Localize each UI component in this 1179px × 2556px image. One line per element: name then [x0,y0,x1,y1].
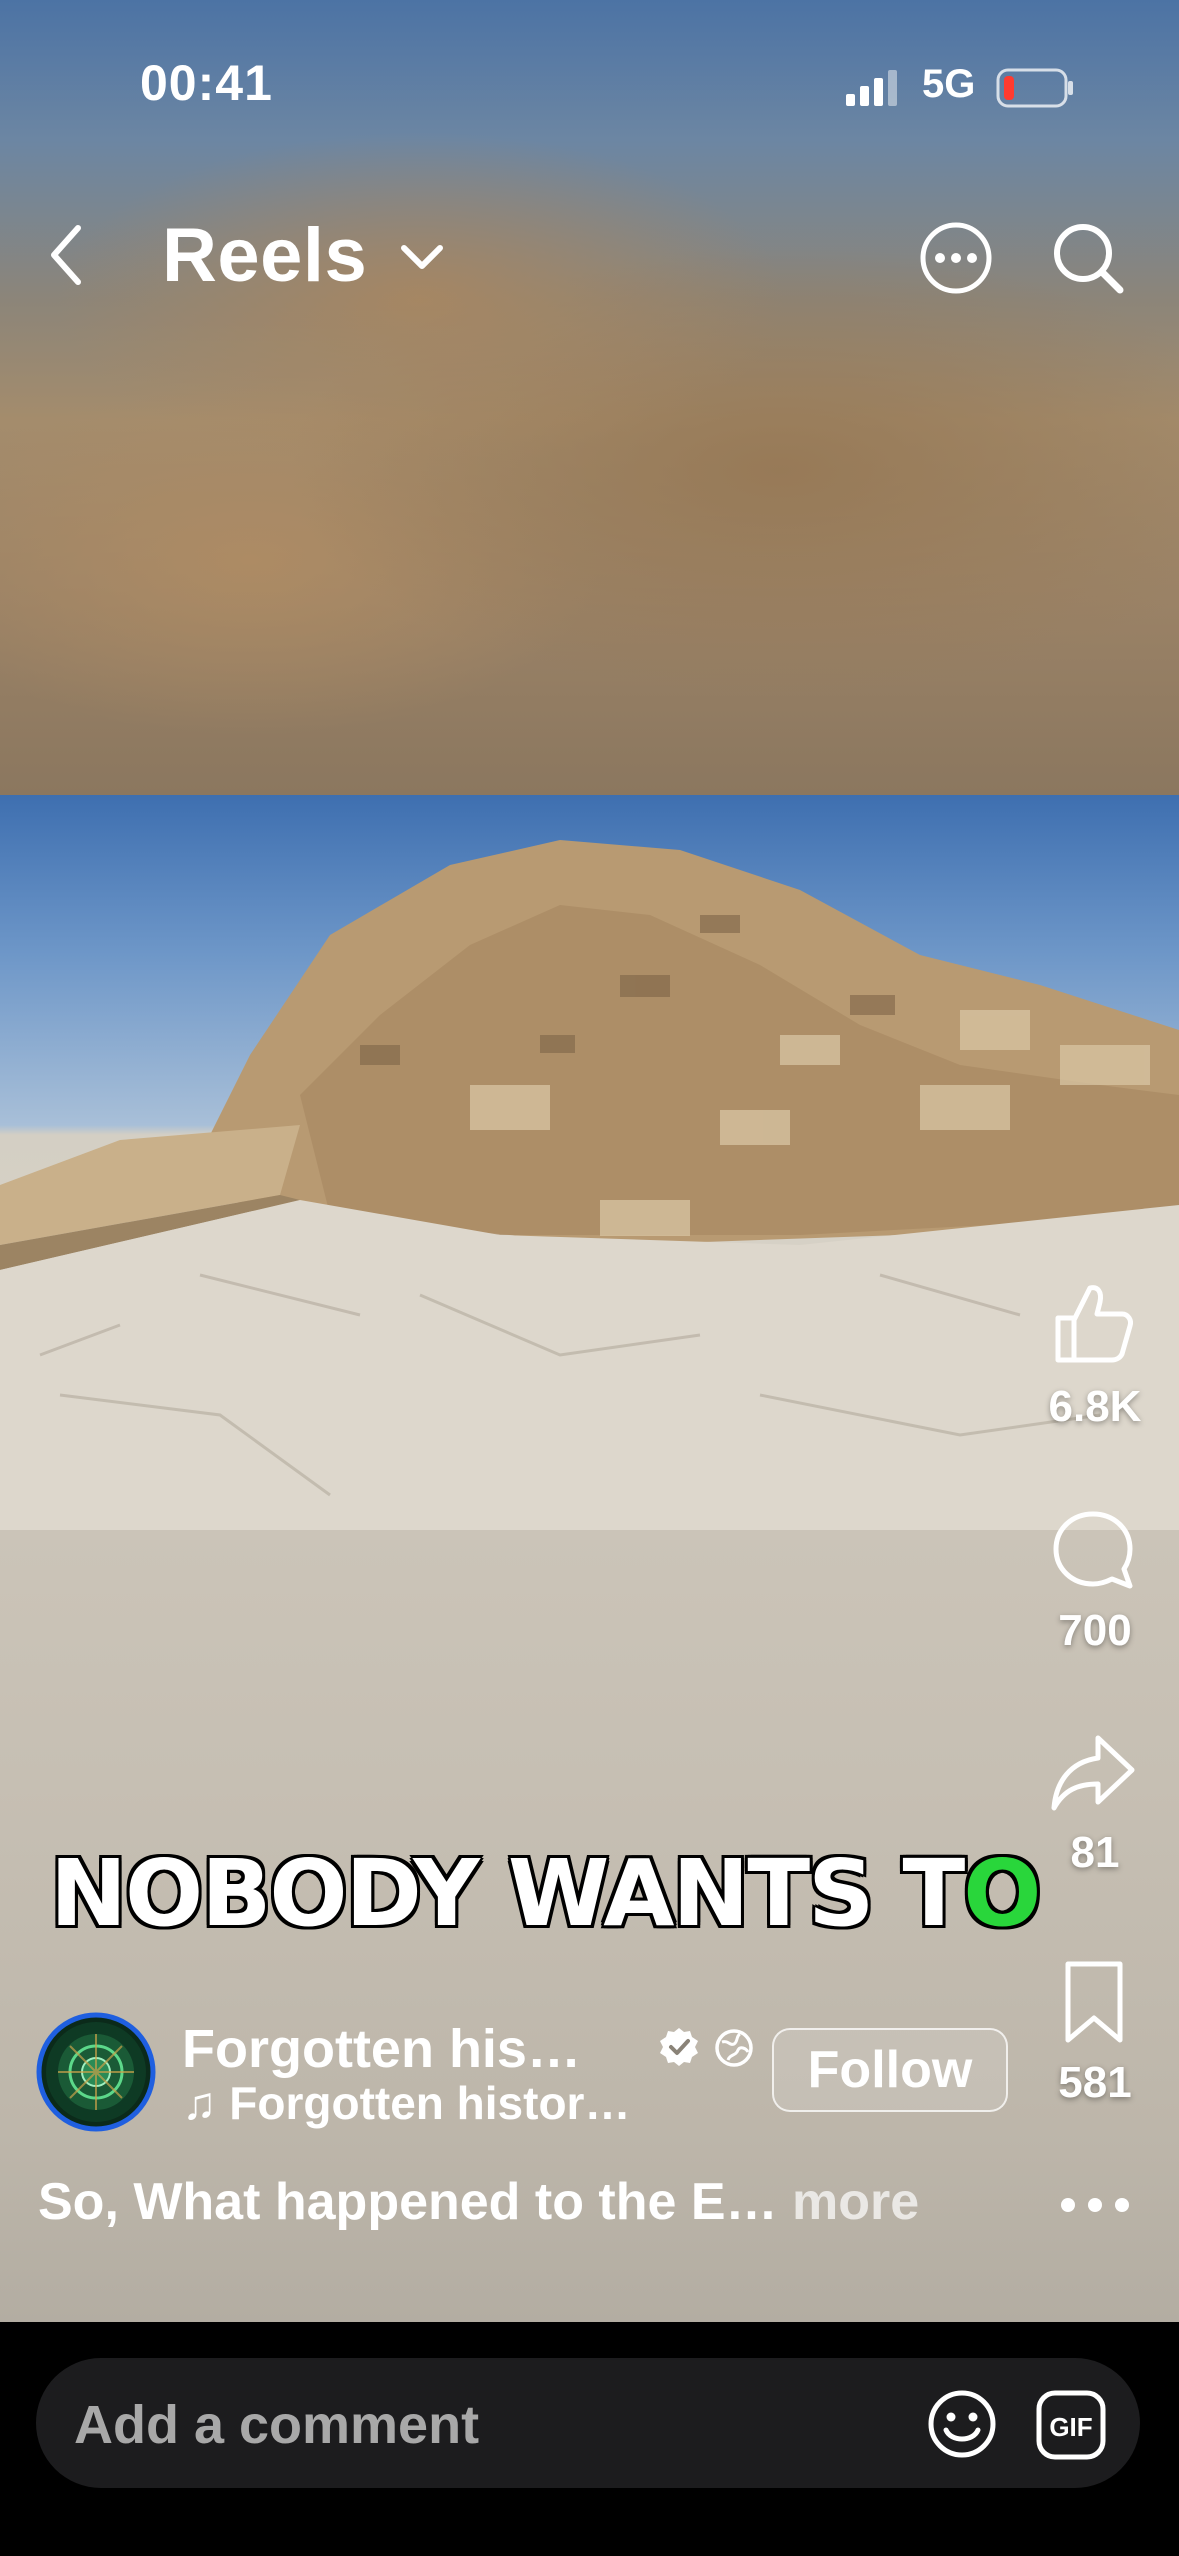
video-frame[interactable] [0,795,1179,1530]
more-horizontal-icon[interactable] [1058,2190,1132,2220]
gif-label: GIF [1049,2412,1092,2442]
caption-more-link[interactable]: more [778,2173,919,2231]
comment-placeholder[interactable]: Add a comment [74,2394,479,2456]
like-icon[interactable] [1050,1280,1136,1366]
save-icon[interactable] [1058,1958,1130,2046]
page-title[interactable]: Reels [162,212,367,299]
comment-icon[interactable] [1050,1508,1136,1594]
status-time: 00:41 [140,55,273,111]
overlay-text-main: NOBODY WANTS T [50,1840,965,1947]
comment-count[interactable]: 700 [1010,1606,1179,1656]
chevron-down-icon[interactable] [398,240,446,274]
account-name[interactable]: Forgotten his… [182,2018,581,2080]
overlay-text-highlight: O [963,1840,1041,1947]
audio-track[interactable]: ♫ Forgotten histor… [182,2076,630,2130]
search-icon[interactable] [1050,220,1126,296]
save-count[interactable]: 581 [1010,2058,1179,2108]
battery-icon [996,66,1076,110]
video-overlay-text: NOBODY WANTS TO [50,1840,1041,1947]
reel-caption[interactable]: So, What happened to the E… more [38,2172,919,2232]
share-icon[interactable] [1050,1730,1136,1816]
gif-icon[interactable]: GIF [1036,2390,1106,2460]
network-label: 5G [922,62,976,106]
globe-icon [714,2028,754,2068]
verified-badge-icon [658,2026,700,2068]
like-count[interactable]: 6.8K [1010,1382,1179,1432]
back-icon[interactable] [44,220,94,290]
signal-icon [846,70,902,106]
video-blurred-top [0,0,1179,795]
more-options-icon[interactable] [918,220,994,296]
follow-button[interactable]: Follow [772,2028,1008,2112]
avatar[interactable] [36,2012,156,2132]
emoji-icon[interactable] [926,2388,998,2460]
caption-text: So, What happened to the E… [38,2173,778,2231]
